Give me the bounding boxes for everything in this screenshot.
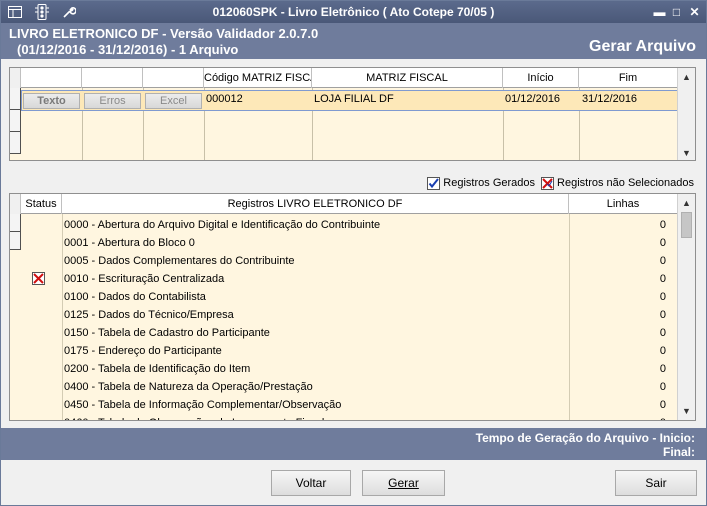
legend-gerados-label: Registros Gerados <box>443 177 536 189</box>
record-description: 0175 - Endereço do Participante <box>64 345 222 357</box>
legend: Registros Gerados Registros não Selecion… <box>427 175 694 191</box>
row-indicator[interactable] <box>10 88 21 110</box>
record-description: 0460 - Tabela de Observações do Lançamen… <box>64 417 324 420</box>
record-description: 0200 - Tabela de Identificação do Item <box>64 363 251 375</box>
title-bar: 012060SPK - Livro Eletrônico ( Ato Cotep… <box>1 1 706 23</box>
record-lines: 0 <box>659 273 666 285</box>
record-description: 0100 - Dados do Contabilista <box>64 291 206 303</box>
record-description: 0450 - Tabela de Informação Complementar… <box>64 399 342 411</box>
records-grid-scrollbar[interactable]: ▲ ▼ <box>677 194 695 420</box>
record-description: 0005 - Dados Complementares do Contribui… <box>64 255 295 267</box>
row-indicator-header <box>10 194 21 214</box>
table-row[interactable]: 0175 - Endereço do Participante 0 <box>10 342 678 360</box>
voltar-button[interactable]: Voltar <box>271 470 351 496</box>
checkmark-icon <box>427 176 441 190</box>
table-row[interactable]: 0460 - Tabela de Observações do Lançamen… <box>10 414 678 420</box>
legend-nao-selecionados-label: Registros não Selecionados <box>557 177 694 189</box>
record-lines: 0 <box>659 345 666 357</box>
row-indicator[interactable] <box>10 132 21 154</box>
table-row[interactable]: 0100 - Dados do Contabilista 0 <box>10 288 678 306</box>
col-texto-header <box>21 68 82 88</box>
page-title: Gerar Arquivo <box>589 38 696 55</box>
col-registros-header[interactable]: Registros LIVRO ELETRONICO DF <box>62 194 569 214</box>
col-erros-header <box>82 68 143 88</box>
record-lines: 0 <box>659 237 666 249</box>
record-description: 0400 - Tabela de Natureza da Operação/Pr… <box>64 381 313 393</box>
record-lines: 0 <box>659 309 666 321</box>
cell-codigo: 000012 <box>206 93 243 105</box>
table-row[interactable]: 0010 - Escrituração Centralizada 0 <box>10 270 678 288</box>
gerar-button[interactable]: Gerar <box>362 470 445 496</box>
record-lines: 0 <box>659 327 666 339</box>
col-linhas-header[interactable]: Linhas <box>569 194 678 214</box>
sair-button[interactable]: Sair <box>615 470 697 496</box>
col-matriz-header[interactable]: MATRIZ FISCAL <box>312 68 503 88</box>
scroll-up-icon[interactable]: ▲ <box>678 196 695 210</box>
cell-inicio: 01/12/2016 <box>505 93 561 105</box>
red-x-icon <box>541 176 555 190</box>
record-lines: 0 <box>659 381 666 393</box>
scroll-down-icon[interactable]: ▼ <box>678 404 695 418</box>
cell-matriz: LOJA FILIAL DF <box>314 93 394 105</box>
record-description: 0000 - Abertura do Arquivo Digital e Ide… <box>64 219 381 231</box>
table-row[interactable]: 0000 - Abertura do Arquivo Digital e Ide… <box>10 216 678 234</box>
records-grid-header: Status Registros LIVRO ELETRONICO DF Lin… <box>10 194 678 214</box>
header-title: LIVRO ELETRONICO DF - Versão Validador 2… <box>9 26 319 41</box>
col-fim-header[interactable]: Fim <box>579 68 678 88</box>
record-description: 0010 - Escrituração Centralizada <box>64 273 225 285</box>
table-row[interactable]: 0150 - Tabela de Cadastro do Participant… <box>10 324 678 342</box>
header-period: (01/12/2016 - 31/12/2016) - 1 Arquivo <box>17 42 239 57</box>
col-excel-header <box>143 68 204 88</box>
record-lines: 0 <box>659 255 666 267</box>
col-inicio-header[interactable]: Início <box>503 68 579 88</box>
scroll-down-icon[interactable]: ▼ <box>678 146 695 160</box>
records-grid: Status Registros LIVRO ELETRONICO DF Lin… <box>9 193 696 421</box>
tempo-final-label: Final: <box>663 445 695 459</box>
table-row[interactable]: 0005 - Dados Complementares do Contribui… <box>10 252 678 270</box>
record-description: 0001 - Abertura do Bloco 0 <box>64 237 195 249</box>
scroll-thumb[interactable] <box>681 212 692 238</box>
files-grid-header: Código MATRIZ FISCAL MATRIZ FISCAL Iníci… <box>10 68 678 88</box>
record-lines: 0 <box>659 291 666 303</box>
minimize-button[interactable]: ▬ <box>652 5 667 19</box>
table-row[interactable]: 0400 - Tabela de Natureza da Operação/Pr… <box>10 378 678 396</box>
record-lines: 0 <box>659 399 666 411</box>
file-row[interactable]: Texto Erros Excel 000012 LOJA FILIAL DF … <box>21 90 678 111</box>
maximize-button[interactable]: □ <box>669 5 684 19</box>
legend-gerados: Registros Gerados <box>427 176 536 190</box>
row-indicator[interactable] <box>10 110 21 132</box>
close-button[interactable]: ✕ <box>687 5 702 19</box>
table-row[interactable]: 0125 - Dados do Técnico/Empresa 0 <box>10 306 678 324</box>
legend-nao-selecionados: Registros não Selecionados <box>541 176 694 190</box>
main-window: 012060SPK - Livro Eletrônico ( Ato Cotep… <box>0 0 707 506</box>
cell-fim: 31/12/2016 <box>582 93 638 105</box>
erros-button[interactable]: Erros <box>84 93 141 109</box>
red-x-icon[interactable] <box>32 272 45 288</box>
files-grid: Código MATRIZ FISCAL MATRIZ FISCAL Iníci… <box>9 67 696 161</box>
table-row[interactable]: 0200 - Tabela de Identificação do Item 0 <box>10 360 678 378</box>
col-status-header[interactable]: Status <box>21 194 62 214</box>
record-description: 0125 - Dados do Técnico/Empresa <box>64 309 234 321</box>
row-indicator-header <box>10 68 21 88</box>
record-lines: 0 <box>659 219 666 231</box>
timing-band: Tempo de Geração do Arquivo - Inicio: Fi… <box>1 428 706 460</box>
table-row[interactable]: 0001 - Abertura do Bloco 0 0 <box>10 234 678 252</box>
col-codigo-header[interactable]: Código MATRIZ FISCAL <box>204 68 312 88</box>
header-band: LIVRO ELETRONICO DF - Versão Validador 2… <box>1 23 706 59</box>
record-description: 0150 - Tabela de Cadastro do Participant… <box>64 327 270 339</box>
excel-button[interactable]: Excel <box>145 93 202 109</box>
tempo-inicio-label: Tempo de Geração do Arquivo - Inicio: <box>475 431 695 445</box>
table-row[interactable]: 0450 - Tabela de Informação Complementar… <box>10 396 678 414</box>
record-lines: 0 <box>660 417 666 420</box>
files-grid-scrollbar[interactable]: ▲ ▼ <box>677 68 695 160</box>
texto-button[interactable]: Texto <box>23 93 80 109</box>
window-title: 012060SPK - Livro Eletrônico ( Ato Cotep… <box>212 5 495 19</box>
scroll-up-icon[interactable]: ▲ <box>678 70 695 84</box>
record-lines: 0 <box>659 363 666 375</box>
